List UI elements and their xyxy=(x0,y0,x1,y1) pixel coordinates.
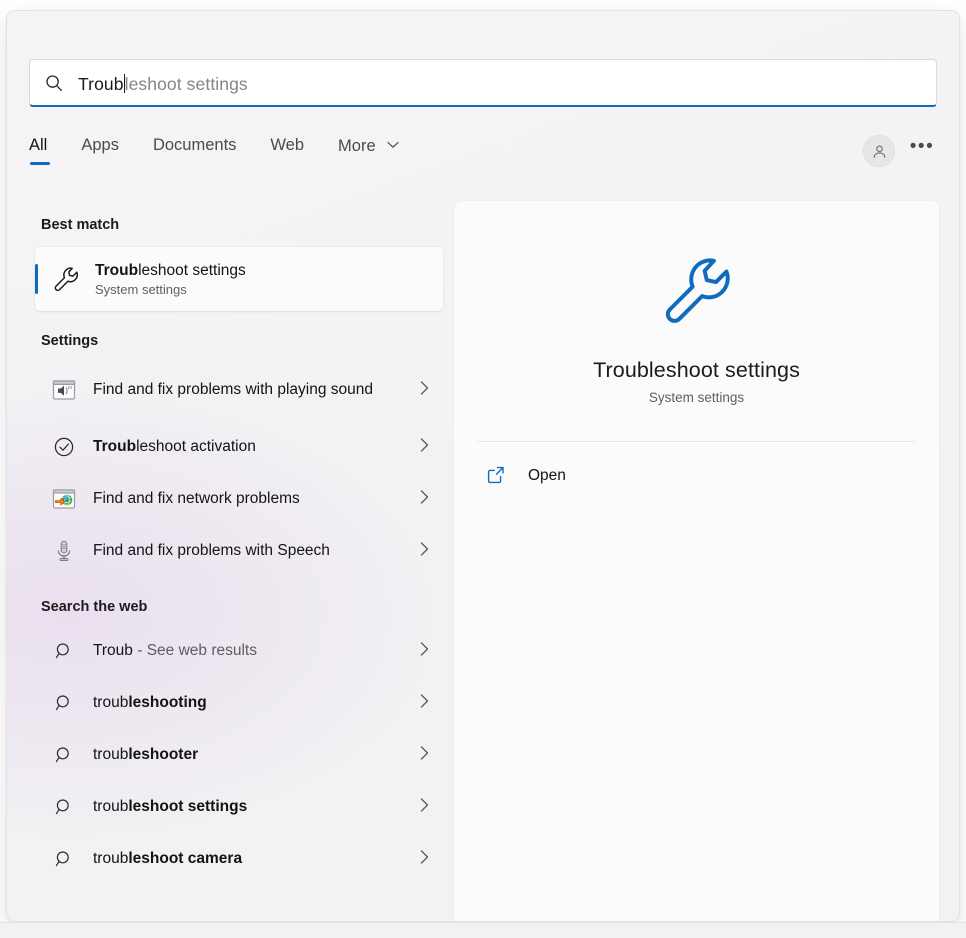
section-heading-settings: Settings xyxy=(29,311,439,359)
web-row-prefix: troub xyxy=(93,746,128,763)
settings-row-label: Find and fix problems with Speech xyxy=(93,541,420,561)
web-row-label: troubleshooter xyxy=(93,745,420,765)
preview-pane: Troubleshoot settings System settings Op… xyxy=(454,201,939,922)
search-icon xyxy=(51,742,77,768)
web-row-troubleshoot-settings[interactable]: troubleshoot settings xyxy=(35,781,443,833)
web-row-label: troubleshoot camera xyxy=(93,849,420,869)
search-icon xyxy=(51,794,77,820)
preview-title: Troubleshoot settings xyxy=(454,358,939,383)
settings-row-label: Find and fix network problems xyxy=(93,489,420,509)
web-row-bold: leshooter xyxy=(128,746,198,763)
web-row-prefix: troub xyxy=(93,798,128,815)
web-row-suffix: - See web results xyxy=(133,642,257,659)
best-match-title-bold: Troub xyxy=(95,262,138,279)
chevron-down-icon xyxy=(387,135,399,154)
more-options-button[interactable]: ••• xyxy=(907,136,937,166)
tab-strip: All Apps Documents Web More xyxy=(29,121,937,177)
network-globe-icon xyxy=(51,486,77,512)
best-match-result-troubleshoot-settings[interactable]: Troubleshoot settings System settings xyxy=(35,247,443,311)
tab-all-label: All xyxy=(29,136,47,154)
search-icon xyxy=(44,73,64,93)
settings-row-find-fix-speech[interactable]: Find and fix problems with Speech xyxy=(35,525,443,577)
settings-row-label: Troubleshoot activation xyxy=(93,437,420,457)
results-column: Best match Troubleshoot settings System … xyxy=(29,201,439,921)
chevron-right-icon[interactable] xyxy=(420,542,429,561)
web-row-troubleshooting[interactable]: troubleshooting xyxy=(35,677,443,729)
activation-check-icon xyxy=(51,434,77,460)
search-flyout: Troub leshoot settings All Apps Document… xyxy=(6,10,960,922)
preview-subtitle: System settings xyxy=(454,390,939,405)
chevron-right-icon[interactable] xyxy=(420,642,429,661)
web-row-prefix: troub xyxy=(93,850,128,867)
tab-documents-label: Documents xyxy=(153,136,236,154)
text-caret xyxy=(124,74,125,93)
tab-apps-label: Apps xyxy=(81,136,119,154)
search-query: Troub leshoot settings xyxy=(78,71,248,95)
web-row-bold: leshooting xyxy=(128,694,206,711)
web-row-prefix: Troub xyxy=(93,642,133,659)
settings-row-label-rest: Find and fix network problems xyxy=(93,490,300,507)
search-typed-text: Troub xyxy=(78,74,124,95)
tab-all[interactable]: All xyxy=(29,130,47,169)
web-row-label: troubleshoot settings xyxy=(93,797,420,817)
best-match-title: Troubleshoot settings xyxy=(95,261,246,280)
chevron-right-icon[interactable] xyxy=(420,746,429,765)
web-row-troubleshooter[interactable]: troubleshooter xyxy=(35,729,443,781)
settings-row-label-rest: Find and fix problems with playing sound xyxy=(93,381,373,398)
web-row-bold: leshoot settings xyxy=(128,798,247,815)
tab-web[interactable]: Web xyxy=(270,130,304,169)
section-heading-best-match: Best match xyxy=(29,201,439,243)
web-row-bold: leshoot camera xyxy=(128,850,242,867)
settings-row-label-rest: Find and fix problems with Speech xyxy=(93,542,330,559)
search-icon xyxy=(51,638,77,664)
tab-more-label: More xyxy=(338,137,376,155)
account-avatar-icon[interactable] xyxy=(863,135,895,167)
chevron-right-icon[interactable] xyxy=(420,438,429,457)
chevron-right-icon[interactable] xyxy=(420,798,429,817)
settings-row-find-fix-sound[interactable]: Find and fix problems with playing sound xyxy=(35,359,443,421)
chevron-right-icon[interactable] xyxy=(420,381,429,400)
header-actions: ••• xyxy=(863,135,937,167)
web-row-label: troubleshooting xyxy=(93,693,420,713)
tab-more[interactable]: More xyxy=(338,129,399,170)
search-icon xyxy=(51,690,77,716)
tab-documents[interactable]: Documents xyxy=(153,130,236,169)
chevron-right-icon[interactable] xyxy=(420,490,429,509)
wrench-icon xyxy=(51,264,81,294)
preview-actions: Open xyxy=(454,442,939,498)
chevron-right-icon[interactable] xyxy=(420,850,429,869)
section-heading-search-the-web: Search the web xyxy=(29,577,439,625)
more-options-glyph: ••• xyxy=(910,137,934,156)
open-action-button[interactable]: Open xyxy=(478,454,915,498)
web-row-troub-see-web-results[interactable]: Troub - See web results xyxy=(35,625,443,677)
search-autocomplete-text: leshoot settings xyxy=(125,74,248,95)
best-match-title-rest: leshoot settings xyxy=(138,262,246,279)
open-external-icon xyxy=(486,465,508,487)
open-action-label: Open xyxy=(528,467,566,485)
sound-control-icon xyxy=(51,377,77,403)
desktop-bottom-strip xyxy=(0,922,966,938)
best-match-subtitle: System settings xyxy=(95,282,246,297)
wrench-icon xyxy=(656,249,738,336)
settings-row-label-rest: leshoot activation xyxy=(136,438,256,455)
tab-apps[interactable]: Apps xyxy=(81,130,119,169)
settings-row-label: Find and fix problems with playing sound xyxy=(93,380,420,400)
chevron-right-icon[interactable] xyxy=(420,694,429,713)
microphone-icon xyxy=(51,538,77,564)
settings-row-troubleshoot-activation[interactable]: Troubleshoot activation xyxy=(35,421,443,473)
tab-web-label: Web xyxy=(270,136,304,154)
web-row-prefix: troub xyxy=(93,694,128,711)
settings-row-find-fix-network[interactable]: Find and fix network problems xyxy=(35,473,443,525)
search-icon xyxy=(51,846,77,872)
preview-hero: Troubleshoot settings System settings xyxy=(454,201,939,405)
search-input[interactable]: Troub leshoot settings xyxy=(29,59,937,107)
settings-row-label-bold: Troub xyxy=(93,438,136,455)
web-row-label: Troub - See web results xyxy=(93,641,420,661)
web-row-troubleshoot-camera[interactable]: troubleshoot camera xyxy=(35,833,443,885)
